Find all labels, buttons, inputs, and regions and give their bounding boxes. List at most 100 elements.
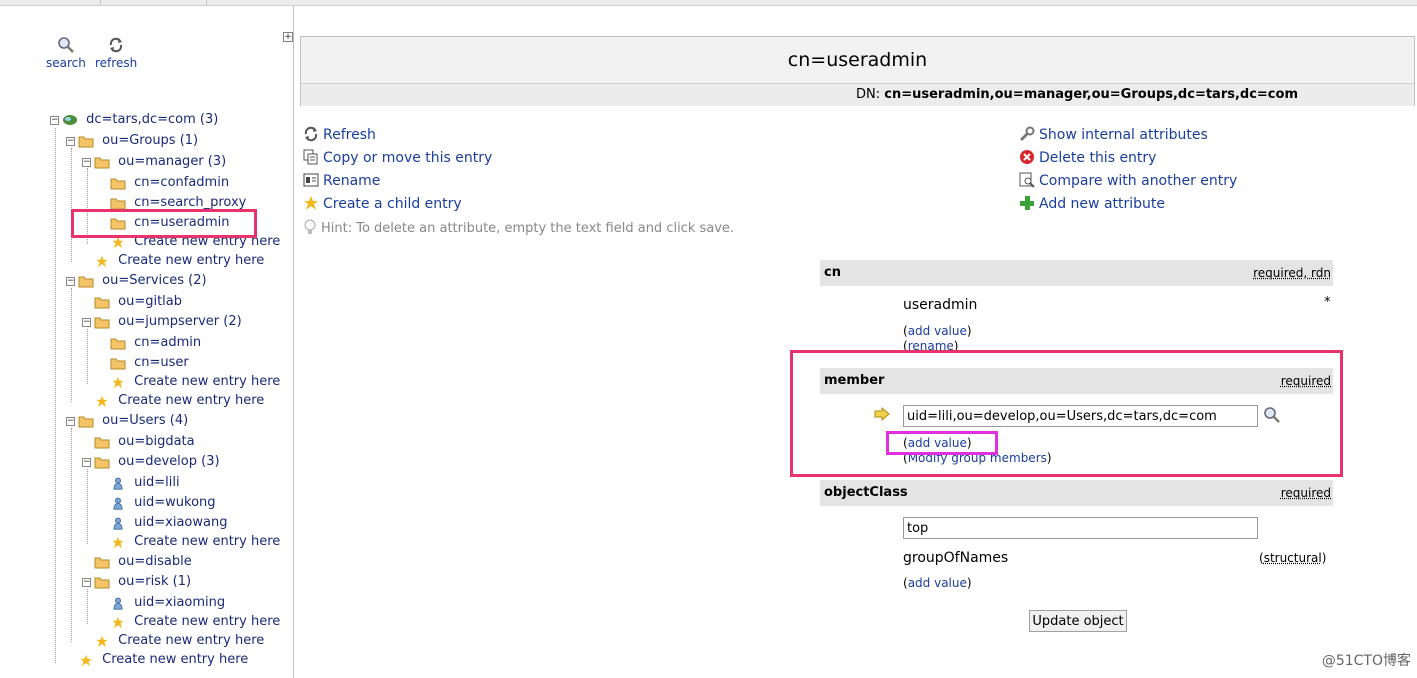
folder-open-icon — [78, 136, 94, 147]
search-button[interactable]: search — [46, 36, 86, 70]
tree-label: ou=risk (1) — [118, 574, 192, 589]
create-entry-link[interactable]: Create new entry here — [94, 392, 264, 412]
tree-node[interactable]: uid=xiaoming — [110, 594, 225, 614]
collapse-icon[interactable]: − — [50, 116, 59, 125]
tree-line — [55, 128, 56, 663]
tree-line — [71, 288, 72, 402]
attribute-flags: required, rdn — [1253, 260, 1331, 286]
hint-text: Hint: To delete an attribute, empty the … — [303, 219, 734, 236]
tree-node[interactable]: cn=user — [110, 354, 189, 374]
star-icon — [96, 635, 108, 647]
create-entry-link[interactable]: Create new entry here — [94, 252, 264, 272]
refresh-label: refresh — [95, 56, 138, 70]
create-entry-link[interactable]: Create new entry here — [110, 613, 280, 633]
folder-icon — [110, 338, 126, 349]
tree-node[interactable]: − ou=manager (3) — [82, 153, 226, 173]
tree-node[interactable]: − ou=Groups (1) — [66, 132, 198, 152]
lightbulb-icon — [304, 219, 316, 234]
add-icon — [1020, 196, 1034, 210]
cn-value: useradmin — [903, 297, 978, 313]
tree-label: ou=gitlab — [118, 294, 183, 309]
tree-node[interactable]: − ou=Users (4) — [66, 412, 188, 432]
tree-node[interactable]: cn=admin — [110, 334, 201, 354]
attribute-header-objectclass: objectClass required — [820, 480, 1333, 506]
tree-node[interactable]: uid=xiaowang — [110, 514, 227, 534]
flag-required: required — [1280, 486, 1331, 500]
tree-node[interactable]: cn=confadmin — [110, 174, 229, 194]
folder-icon — [94, 437, 110, 448]
collapse-icon[interactable]: − — [66, 137, 75, 146]
tree-node[interactable]: ou=gitlab — [94, 293, 182, 313]
star-icon — [112, 376, 124, 388]
compare-icon — [1019, 172, 1035, 188]
refresh-icon — [304, 126, 318, 142]
tree-label: uid=xiaoming — [134, 595, 226, 610]
folder-open-icon — [94, 577, 110, 588]
tree-label: Create new entry here — [118, 253, 265, 268]
create-entry-link[interactable]: Create new entry here — [78, 651, 248, 671]
add-attribute-link[interactable]: Add new attribute — [1019, 195, 1165, 213]
add-value-link[interactable]: add value — [908, 576, 967, 590]
user-icon — [113, 477, 123, 490]
create-entry-link[interactable]: Create new entry here — [110, 373, 280, 393]
folder-open-icon — [78, 276, 94, 287]
tree-node[interactable]: uid=wukong — [110, 494, 216, 514]
update-object-button[interactable]: Update object — [1029, 610, 1127, 632]
copy-icon — [303, 149, 318, 165]
create-entry-link[interactable]: Create new entry here — [110, 533, 280, 553]
tree-label: Create new entry here — [118, 393, 265, 408]
tree-node[interactable]: ou=bigdata — [94, 433, 195, 453]
action-label: Add new attribute — [1039, 196, 1166, 212]
tree-node[interactable]: − ou=jumpserver (2) — [82, 313, 242, 333]
collapse-icon[interactable]: − — [82, 318, 91, 327]
collapse-icon[interactable]: − — [66, 277, 75, 286]
tree-node[interactable]: − ou=develop (3) — [82, 453, 220, 473]
show-internal-attributes-link[interactable]: Show internal attributes — [1019, 126, 1208, 144]
tree-node-root[interactable]: − dc=tars,dc=com (3) — [50, 111, 218, 131]
star-icon — [96, 395, 108, 407]
tree-label: dc=tars,dc=com (3) — [86, 112, 219, 127]
refresh-entry-link[interactable]: Refresh — [303, 126, 376, 144]
create-entry-link[interactable]: Create new entry here — [94, 632, 264, 652]
star-icon — [80, 654, 92, 666]
tree-line — [71, 428, 72, 642]
page-title: cn=useradmin — [787, 49, 928, 71]
tree-label: ou=develop (3) — [118, 454, 220, 469]
tree-node[interactable]: − ou=risk (1) — [82, 573, 191, 593]
objectclass-value: groupOfNames — [903, 550, 1009, 566]
tree-label: uid=wukong — [134, 495, 216, 510]
tree-node[interactable]: uid=lili — [110, 474, 180, 494]
collapse-icon[interactable]: − — [82, 158, 91, 167]
flag-rdn: rdn — [1311, 266, 1331, 280]
refresh-button[interactable]: refresh — [95, 36, 137, 70]
collapse-icon[interactable]: − — [82, 578, 91, 587]
tree-label: ou=Users (4) — [102, 413, 189, 428]
expand-all-button[interactable]: + — [283, 32, 293, 42]
attribute-header-cn: cn required, rdn — [820, 260, 1333, 286]
create-child-link[interactable]: Create a child entry — [303, 195, 462, 213]
copy-move-link[interactable]: Copy or move this entry — [303, 149, 492, 167]
folder-icon — [110, 198, 126, 209]
wrench-icon — [1019, 126, 1035, 142]
add-value-link[interactable]: add value — [908, 324, 967, 338]
tree-label: ou=manager (3) — [118, 154, 227, 169]
folder-icon — [94, 557, 110, 568]
folder-icon — [94, 297, 110, 308]
tree-node[interactable]: − ou=Services (2) — [66, 272, 207, 292]
structural-text: structural — [1263, 551, 1322, 565]
compare-entry-link[interactable]: Compare with another entry — [1019, 172, 1237, 190]
dn-value: cn=useradmin,ou=manager,ou=Groups,dc=tar… — [884, 87, 1298, 102]
delete-entry-link[interactable]: Delete this entry — [1019, 149, 1156, 167]
tree-label: Create new entry here — [134, 534, 281, 549]
star-icon — [112, 616, 124, 628]
objectclass-value-input[interactable] — [903, 517, 1258, 539]
rename-link[interactable]: Rename — [303, 172, 380, 190]
dn-label: DN: — [856, 87, 881, 102]
folder-open-icon — [78, 416, 94, 427]
search-icon — [58, 37, 74, 53]
collapse-icon[interactable]: − — [82, 458, 91, 467]
collapse-icon[interactable]: − — [66, 417, 75, 426]
user-icon — [113, 517, 123, 530]
tree-node[interactable]: ou=disable — [94, 553, 192, 573]
structural-label: (structural) — [1259, 551, 1327, 565]
